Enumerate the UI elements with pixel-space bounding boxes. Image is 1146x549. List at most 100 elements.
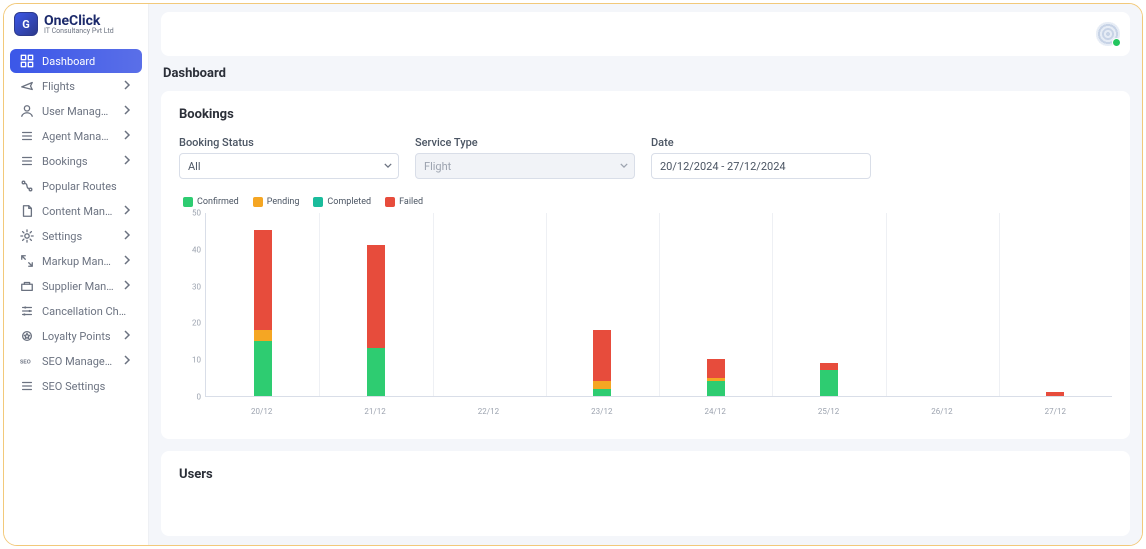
sidebar-item-markup-manage[interactable]: Markup Manage... [10,249,142,273]
bar-group [820,363,838,396]
main-content: Dashboard Bookings Booking Status All Se… [149,4,1142,545]
users-card-title: Users [179,467,1112,482]
sidebar-item-supplier-manage[interactable]: Supplier Manage... [10,274,142,298]
sidebar-item-label: SEO Management [42,355,114,368]
x-label: 21/12 [364,407,385,416]
bar-segment-confirmed [254,341,272,396]
bar-segment-failed [367,245,385,348]
sidebar-item-label: User Management [42,105,114,118]
sidebar-item-label: Flights [42,80,75,93]
bar-segment-confirmed [707,381,725,396]
sidebar-item-flights[interactable]: Flights [10,74,142,98]
legend-item-confirmed: Confirmed [183,197,239,207]
sidebar-item-label: Loyalty Points [42,330,111,343]
sidebar: G OneClick IT Consultancy Pvt Ltd Dashbo… [4,4,149,545]
brand: G OneClick IT Consultancy Pvt Ltd [4,4,148,40]
legend-swatch [385,197,395,207]
chevron-right-icon [122,280,132,293]
sidebar-item-settings[interactable]: Settings [10,224,142,248]
gridline [999,213,1000,396]
bar-segment-confirmed [367,348,385,396]
sidebar-item-content-manage[interactable]: Content Manage... [10,199,142,223]
bookings-card: Bookings Booking Status All Service Type… [161,91,1130,439]
bar-group [254,230,272,396]
sidebar-nav: Dashboard Flights User Management Agent Man… [4,48,148,399]
bar-segment-pending [593,381,611,388]
gear-icon [20,229,34,243]
service-type-value: Flight [424,160,451,173]
chevron-right-icon [122,205,132,218]
bar-segment-confirmed [593,389,611,396]
route-icon [20,179,34,193]
date-range-value: 20/12/2024 - 27/12/2024 [660,160,786,173]
legend-swatch [313,197,323,207]
y-tick: 50 [192,209,201,218]
supplier-icon [20,279,34,293]
y-tick: 0 [197,393,202,402]
bookings-filters: Booking Status All Service Type Flight D… [179,136,1112,179]
list-icon [20,154,34,168]
list-icon [20,129,34,143]
bar-segment-failed [1046,392,1064,396]
legend-label: Confirmed [197,197,239,207]
sidebar-item-agent-managem[interactable]: Agent Managem... [10,124,142,148]
sidebar-item-loyalty-points[interactable]: Loyalty Points [10,324,142,348]
bar-group [593,330,611,396]
sidebar-item-label: Dashboard [42,55,95,68]
gridline [319,213,320,396]
chevron-down-icon [620,160,628,173]
sidebar-item-label: Bookings [42,155,88,168]
brand-subtitle: IT Consultancy Pvt Ltd [44,28,114,35]
chevron-right-icon [122,155,132,168]
chevron-right-icon [122,255,132,268]
brand-title: OneClick [44,14,114,28]
sidebar-item-seo-management[interactable]: SEO SEO Management [10,349,142,373]
gridline [659,213,660,396]
legend-label: Failed [399,197,423,207]
bookings-chart: 01020304050 20/1221/1222/1223/1224/1225/… [179,213,1112,423]
service-type-select: Flight [415,153,635,179]
gridline [433,213,434,396]
x-label: 25/12 [818,407,839,416]
topbar [161,12,1130,56]
date-range-input[interactable]: 20/12/2024 - 27/12/2024 [651,153,871,179]
service-type-label: Service Type [415,136,635,149]
x-label: 20/12 [251,407,272,416]
legend-label: Completed [327,197,371,207]
bar-segment-failed [707,359,725,377]
bar-group [1046,392,1064,396]
y-tick: 10 [192,356,201,365]
sidebar-item-label: Settings [42,230,82,243]
sidebar-item-bookings[interactable]: Bookings [10,149,142,173]
plane-icon [20,79,34,93]
legend-item-failed: Failed [385,197,423,207]
chevron-right-icon [122,330,132,343]
bar-segment-failed [593,330,611,382]
chart-legend: Confirmed Pending Completed Failed [183,197,1112,207]
x-label: 23/12 [591,407,612,416]
avatar[interactable] [1096,22,1120,46]
sidebar-item-seo-settings[interactable]: SEO Settings [10,374,142,398]
sidebar-item-label: SEO Settings [42,380,105,393]
sidebar-item-cancellation-char[interactable]: Cancellation Char... [10,299,142,323]
legend-item-completed: Completed [313,197,371,207]
svg-text:SEO: SEO [20,360,31,366]
legend-item-pending: Pending [253,197,300,207]
sidebar-item-label: Supplier Manage... [42,280,114,293]
x-label: 24/12 [705,407,726,416]
y-tick: 30 [192,282,201,291]
y-tick: 40 [192,245,201,254]
bar-segment-pending [254,330,272,341]
date-label: Date [651,136,871,149]
sidebar-item-user-management[interactable]: User Management [10,99,142,123]
sidebar-item-popular-routes[interactable]: Popular Routes [10,174,142,198]
legend-swatch [253,197,263,207]
sidebar-item-label: Cancellation Char... [42,305,132,318]
sidebar-item-dashboard[interactable]: Dashboard [10,49,142,73]
x-label: 22/12 [478,407,499,416]
booking-status-select[interactable]: All [179,153,399,179]
booking-status-value: All [188,160,201,173]
doc-icon [20,204,34,218]
sidebar-item-label: Popular Routes [42,180,117,193]
chevron-right-icon [122,130,132,143]
